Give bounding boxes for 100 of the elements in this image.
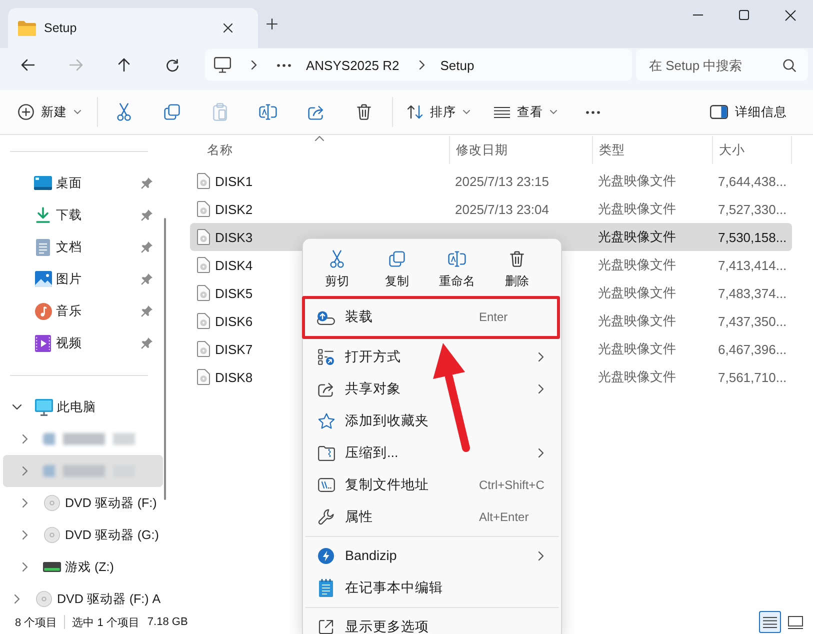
panel-icon xyxy=(710,105,728,119)
column-header[interactable]: 名称 xyxy=(190,136,449,164)
sidebar-item[interactable]: 桌面 xyxy=(0,167,163,199)
scissors-icon xyxy=(117,103,131,121)
modified-date: 2025/7/13 23:15 xyxy=(455,174,549,188)
disc-file-icon xyxy=(197,257,210,273)
details-view-button[interactable] xyxy=(759,611,781,633)
notepad-icon xyxy=(319,579,333,597)
sidebar-item[interactable]: 图片 xyxy=(0,263,163,295)
tree-item[interactable]: 此电脑 xyxy=(3,391,163,423)
disc-file-icon xyxy=(197,369,210,385)
menu-item[interactable]: 打开方式 xyxy=(307,341,557,373)
selection-size: 7.18 GB xyxy=(147,616,188,628)
file-size: 6,467,396... xyxy=(718,342,787,356)
column-header[interactable]: 修改日期 xyxy=(449,136,592,164)
desktop-icon xyxy=(34,176,52,190)
details-button[interactable]: 详细信息 xyxy=(702,96,795,128)
maximize-icon xyxy=(739,10,749,20)
file-name[interactable]: DISK3 xyxy=(215,230,253,244)
file-size: 7,561,710... xyxy=(718,370,787,384)
file-name[interactable]: DISK2 xyxy=(215,202,253,216)
breadcrumb-item[interactable]: Setup xyxy=(435,52,480,78)
tree-item[interactable]: 游戏 (Z:) xyxy=(3,551,163,583)
item-count: 8 个项目 xyxy=(15,616,58,630)
disc-file-icon xyxy=(197,341,210,357)
menu-item[interactable]: 共享对象 xyxy=(307,373,557,405)
trash-icon xyxy=(357,104,371,120)
new-button[interactable]: 新建 xyxy=(10,96,89,128)
file-type: 光盘映像文件 xyxy=(598,228,676,246)
address-bar[interactable]: ANSYS2025 R2 Setup xyxy=(205,49,632,81)
search-icon xyxy=(783,59,796,72)
file-type: 光盘映像文件 xyxy=(598,340,676,358)
disc-icon xyxy=(44,527,60,543)
trash-icon xyxy=(510,251,524,267)
more-icon xyxy=(586,110,600,114)
clipboard-icon xyxy=(213,103,227,121)
lines-icon xyxy=(494,106,510,118)
file-type: 光盘映像文件 xyxy=(598,312,676,330)
menu-item[interactable]: 在记事本中编辑 xyxy=(307,572,557,604)
share-icon xyxy=(318,382,334,396)
share-icon xyxy=(308,104,324,120)
lightning-icon xyxy=(318,548,334,564)
file-name[interactable]: DISK8 xyxy=(215,370,253,384)
sidebar-item[interactable]: 下载 xyxy=(0,199,163,231)
tree-item[interactable]: DVD 驱动器 (F:) xyxy=(3,487,163,519)
file-type: 光盘映像文件 xyxy=(598,256,676,274)
menu-item[interactable]: 显示更多选项 xyxy=(307,611,557,634)
minimize-icon xyxy=(693,14,703,16)
list-view-icon xyxy=(763,616,777,628)
selection-count: 选中 1 个项目 xyxy=(72,616,140,630)
text-cursor-icon xyxy=(448,251,466,267)
copy-icon xyxy=(389,251,405,267)
file-size: 7,483,374... xyxy=(718,286,787,300)
view-button[interactable]: 查看 xyxy=(486,96,565,128)
tab[interactable]: Setup xyxy=(8,8,258,48)
file-type: 光盘映像文件 xyxy=(598,368,676,386)
tree-item[interactable]: DVD 驱动器 (G:) xyxy=(3,519,163,551)
file-name[interactable]: DISK6 xyxy=(215,314,253,328)
scrollbar-thumb[interactable] xyxy=(164,218,166,500)
plus-icon xyxy=(266,18,278,30)
modified-date: 2025/7/13 23:04 xyxy=(455,202,549,216)
menu-item[interactable]: 属性 Alt+Enter xyxy=(307,501,557,533)
wrench-icon xyxy=(318,509,334,525)
sort-icon xyxy=(407,105,423,119)
column-header[interactable]: 类型 xyxy=(592,136,712,164)
keyboard-shortcut: Ctrl+Shift+C xyxy=(479,478,546,492)
disc-icon xyxy=(36,591,52,607)
zip-folder-icon xyxy=(318,446,334,460)
search-field[interactable]: 在 Setup 中搜索 xyxy=(636,49,808,81)
menu-item[interactable]: 添加到收藏夹 xyxy=(307,405,557,437)
sidebar-item[interactable]: 音乐 xyxy=(0,295,163,327)
keyboard-shortcut: Alt+Enter xyxy=(479,510,530,524)
plus-circle-icon xyxy=(18,104,34,120)
sort-button[interactable]: 排序 xyxy=(399,96,478,128)
copy-icon xyxy=(164,104,180,120)
file-type: 光盘映像文件 xyxy=(598,284,676,302)
sidebar-item[interactable]: 视频 xyxy=(0,327,163,359)
more-icon xyxy=(277,64,291,66)
tree-item[interactable]: DVD 驱动器 (F:) A xyxy=(3,583,163,615)
file-name[interactable]: DISK5 xyxy=(215,286,253,300)
external-window-icon xyxy=(318,619,334,634)
monitor-icon xyxy=(35,398,53,416)
menu-item[interactable]: Bandizip xyxy=(307,540,557,572)
sidebar-item[interactable]: 文档 xyxy=(0,231,163,263)
menu-item[interactable]: 复制文件地址 Ctrl+Shift+C xyxy=(307,469,557,501)
disc-icon xyxy=(44,495,60,511)
video-icon xyxy=(35,334,51,352)
file-name[interactable]: DISK4 xyxy=(215,258,253,272)
menu-item[interactable]: 压缩到... xyxy=(307,437,557,469)
music-icon xyxy=(34,302,52,320)
file-name[interactable]: DISK7 xyxy=(215,342,253,356)
breadcrumb-item[interactable]: ANSYS2025 R2 xyxy=(301,52,404,78)
disc-file-icon xyxy=(197,173,210,189)
star-icon xyxy=(318,413,334,429)
disc-file-icon xyxy=(197,285,210,301)
scissors-icon xyxy=(330,250,344,268)
file-name[interactable]: DISK1 xyxy=(215,174,253,188)
menu-item[interactable]: 装载 Enter xyxy=(302,296,560,339)
column-header[interactable]: 大小 xyxy=(712,136,792,164)
file-size: 7,644,438... xyxy=(718,174,787,188)
